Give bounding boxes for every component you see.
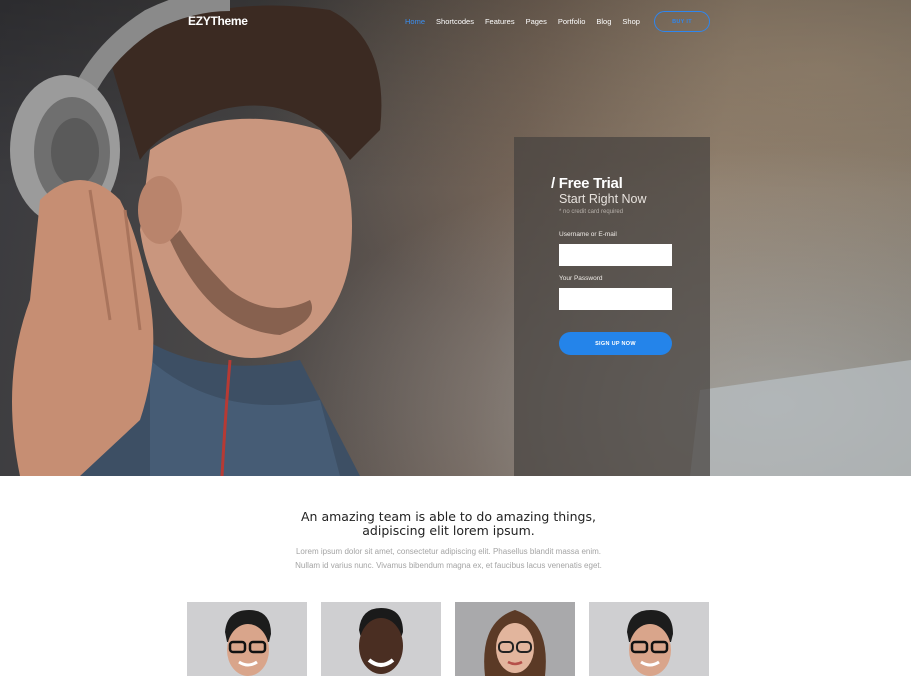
nav-item-home[interactable]: Home: [405, 17, 425, 26]
username-input[interactable]: [559, 244, 672, 266]
nav-item-portfolio[interactable]: Portfolio: [558, 17, 586, 26]
buy-it-button[interactable]: BUY IT: [654, 11, 710, 32]
man-glasses-avatar: [627, 610, 673, 676]
man-smiling-avatar: [359, 608, 403, 674]
woman-glasses-avatar: [484, 610, 546, 676]
team-card[interactable]: [455, 602, 575, 676]
team-grid: [187, 602, 709, 676]
signup-panel: / Free Trial Start Right Now * no credit…: [514, 137, 710, 476]
intro-paragraph: Lorem ipsum dolor sit amet, consectetur …: [200, 545, 697, 572]
man-glasses-avatar: [225, 610, 271, 676]
nav-item-features[interactable]: Features: [485, 17, 515, 26]
signup-note: * no credit card required: [559, 209, 624, 215]
nav-item-blog[interactable]: Blog: [596, 17, 611, 26]
team-card[interactable]: [321, 602, 441, 676]
intro-para-line2: Nullam id varius nunc. Vivamus bibendum …: [295, 560, 602, 570]
password-input[interactable]: [559, 288, 672, 310]
team-card[interactable]: [187, 602, 307, 676]
nav-item-shop[interactable]: Shop: [622, 17, 640, 26]
hero-section: [0, 0, 911, 476]
intro-headline: An amazing team is able to do amazing th…: [200, 510, 697, 538]
laptop-image: [690, 360, 911, 476]
intro-headline-line2: adipiscing elit lorem ipsum.: [362, 523, 535, 538]
signup-subtitle: Start Right Now: [559, 192, 647, 206]
sign-up-button[interactable]: SIGN UP NOW: [559, 332, 672, 355]
hero-person-image: [10, 0, 382, 476]
main-nav: Home Shortcodes Features Pages Portfolio…: [405, 17, 640, 26]
intro-headline-line1: An amazing team is able to do amazing th…: [301, 509, 596, 524]
team-card[interactable]: [589, 602, 709, 676]
signup-title: / Free Trial: [551, 175, 623, 192]
password-label: Your Password: [559, 275, 603, 282]
username-label: Username or E-mail: [559, 231, 617, 238]
intro-para-line1: Lorem ipsum dolor sit amet, consectetur …: [295, 547, 602, 556]
nav-item-pages[interactable]: Pages: [526, 17, 547, 26]
brand-logo[interactable]: EZYTheme: [188, 14, 248, 28]
nav-item-shortcodes[interactable]: Shortcodes: [436, 17, 474, 26]
